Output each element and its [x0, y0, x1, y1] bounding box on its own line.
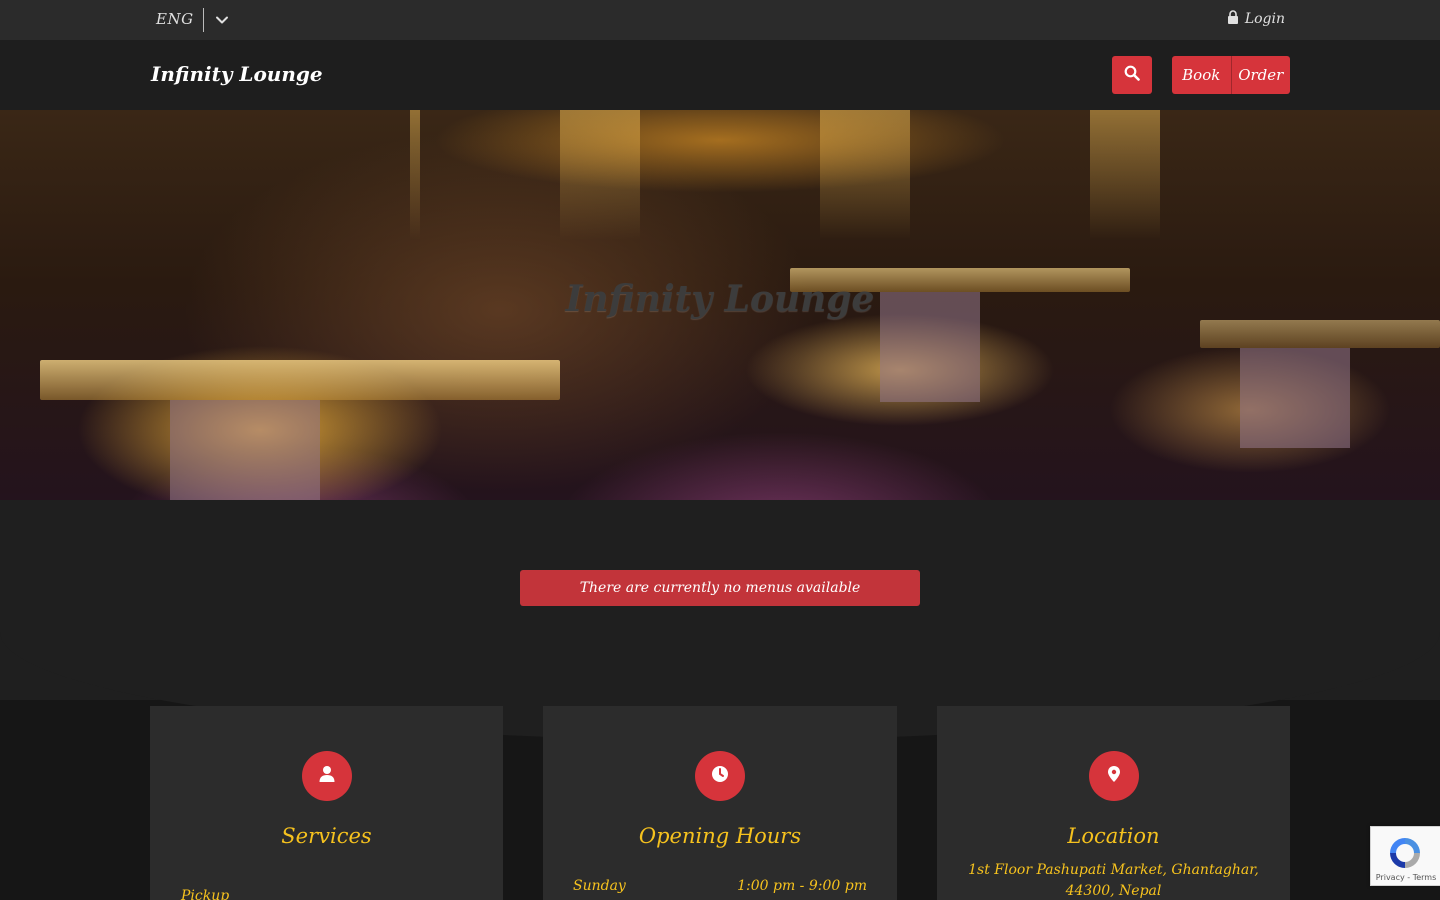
- location-title: Location: [1067, 824, 1160, 848]
- hero-table: [1200, 320, 1440, 348]
- services-card: Services Pickup: [150, 706, 503, 900]
- main-navbar: Infinity Lounge Book Order: [0, 40, 1440, 110]
- hero-banner: Infinity Lounge: [0, 110, 1440, 500]
- hero-title: Infinity Lounge: [565, 278, 875, 320]
- book-button[interactable]: Book: [1172, 56, 1231, 94]
- services-title: Services: [281, 824, 372, 848]
- login-link[interactable]: Login: [1227, 10, 1285, 28]
- top-bar: ENG Login: [0, 0, 1440, 40]
- clock-icon: [711, 765, 729, 787]
- hours-time: 1:00 pm - 9:00 pm: [737, 878, 867, 894]
- hero-table: [40, 360, 560, 400]
- location-card: Location 1st Floor Pashupati Market, Gha…: [937, 706, 1290, 900]
- recaptcha-badge[interactable]: Privacy - Terms: [1370, 826, 1440, 886]
- hero-table-leg: [170, 400, 320, 500]
- hero-table-leg: [1240, 348, 1350, 448]
- hero-light-beam: [410, 110, 420, 240]
- chevron-down-icon[interactable]: [214, 12, 230, 28]
- services-icon-badge: [301, 751, 352, 801]
- hours-icon-badge: [695, 751, 745, 801]
- hero-light-beam: [820, 110, 910, 240]
- book-order-button-group: Book Order: [1172, 56, 1290, 94]
- no-menus-alert: There are currently no menus available: [520, 570, 920, 606]
- search-button[interactable]: [1112, 56, 1152, 94]
- curved-section-backdrop: [0, 500, 1440, 740]
- login-label: Login: [1244, 11, 1285, 27]
- hours-day: Sunday: [573, 878, 626, 894]
- opening-hours-title: Opening Hours: [638, 824, 802, 848]
- hero-light-beam: [560, 110, 640, 240]
- hero-light-beam: [1090, 110, 1160, 240]
- user-icon: [318, 765, 336, 787]
- lock-icon: [1227, 10, 1239, 28]
- recaptcha-icon: [1387, 835, 1423, 871]
- search-icon: [1124, 65, 1140, 85]
- language-selector-label[interactable]: ENG: [156, 10, 194, 28]
- opening-hours-card: Opening Hours Sunday 1:00 pm - 9:00 pm: [543, 706, 897, 900]
- brand-logo-text[interactable]: Infinity Lounge: [151, 62, 323, 86]
- language-divider: [203, 8, 204, 32]
- order-button[interactable]: Order: [1230, 56, 1291, 94]
- address-line-2: 44300, Nepal: [1065, 883, 1162, 899]
- map-pin-icon: [1105, 765, 1123, 787]
- location-icon-badge: [1088, 751, 1139, 801]
- address-line-1: 1st Floor Pashupati Market, Ghantaghar,: [968, 862, 1259, 878]
- service-item: Pickup: [181, 888, 230, 900]
- recaptcha-terms[interactable]: Privacy - Terms: [1371, 873, 1440, 882]
